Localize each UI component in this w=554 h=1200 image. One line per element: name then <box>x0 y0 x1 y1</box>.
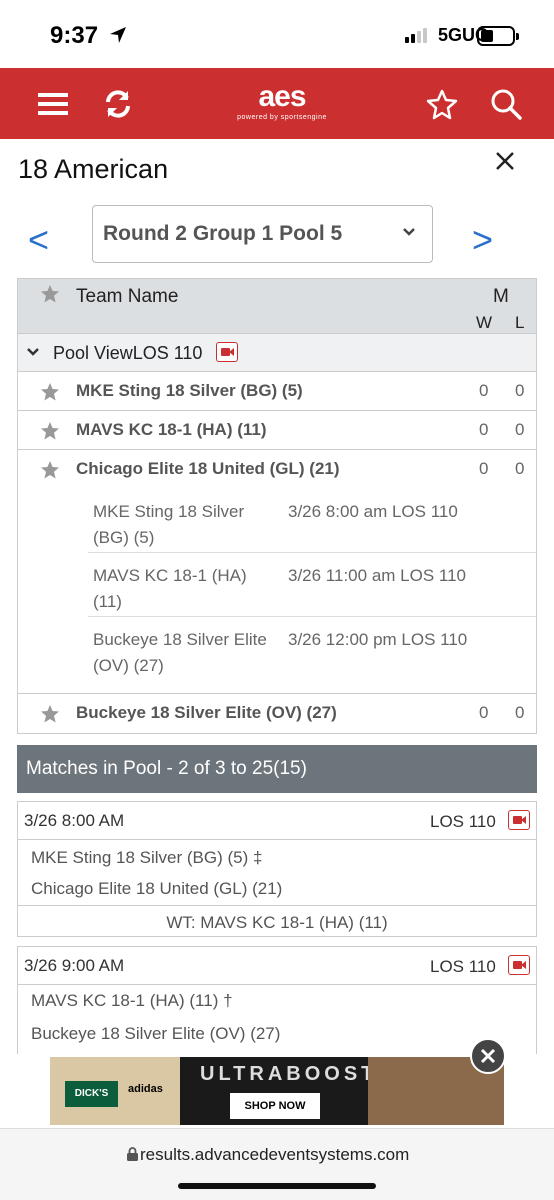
team-wins: 0 <box>479 459 489 478</box>
menu-button[interactable] <box>36 68 70 139</box>
ad-creative[interactable]: DICK'S adidas ULTRABOOST SHOP NOW <box>50 1057 504 1125</box>
matches-heading-bar: Matches in Pool - 2 of 3 to 25(15) <box>17 745 537 793</box>
page-title: 18 American <box>18 154 169 184</box>
video-camera-icon[interactable] <box>508 810 530 830</box>
team-name-header: Team Name <box>76 286 179 307</box>
pool-table: Team Name M W L Pool ViewLOS 110 MKE Sti… <box>17 278 537 734</box>
round-select-value: Round 2 Group 1 Pool 5 <box>103 222 343 245</box>
location-arrow-icon <box>110 27 126 43</box>
favorite-star-icon[interactable] <box>40 460 60 480</box>
title-row: 18 American <box>0 139 554 199</box>
close-icon <box>480 1048 496 1064</box>
team-losses: 0 <box>515 703 525 722</box>
match-time: 3/26 9:00 AM <box>24 956 125 975</box>
close-icon[interactable] <box>494 150 516 172</box>
menu-icon <box>38 92 68 115</box>
losses-header: L <box>515 313 525 332</box>
team-wins: 0 <box>479 420 489 439</box>
team-name[interactable]: Buckeye 18 Silver Elite (OV) (27) <box>76 703 337 723</box>
match-card: 3/26 8:00 AM LOS 110 MKE Sting 18 Silver… <box>17 801 537 937</box>
schedule-opponent: Buckeye 18 Silver Elite (OV) (27) <box>93 630 267 675</box>
divider <box>18 905 536 906</box>
team-name[interactable]: MAVS KC 18-1 (HA) (11) <box>76 420 267 440</box>
pool-view-label: Pool ViewLOS 110 <box>53 343 203 363</box>
status-bar: 9:37 5GUC <box>0 0 554 68</box>
team-schedule: MKE Sting 18 Silver (BG) (5) 3/26 8:00 a… <box>18 489 536 694</box>
ad-partner: adidas <box>128 1083 163 1095</box>
team-wins: 0 <box>479 703 489 722</box>
home-indicator[interactable] <box>178 1183 376 1189</box>
ad-headline: ULTRABOOST <box>200 1063 378 1085</box>
battery-icon <box>477 26 519 46</box>
team-name[interactable]: Chicago Elite 18 United (GL) (21) <box>76 459 340 479</box>
next-round-button[interactable]: > <box>472 219 493 261</box>
team-row[interactable]: MKE Sting 18 Silver (BG) (5) 0 0 <box>18 372 536 411</box>
schedule-row[interactable]: Buckeye 18 Silver Elite (OV) (27) 3/26 1… <box>88 617 536 681</box>
chevron-down-icon <box>403 228 415 236</box>
search-icon <box>491 89 522 120</box>
team-row[interactable]: Buckeye 18 Silver Elite (OV) (27) 0 0 <box>18 694 536 733</box>
team-name[interactable]: MKE Sting 18 Silver (BG) (5) <box>76 381 303 401</box>
schedule-time-court: 3/26 11:00 am LOS 110 <box>288 566 466 585</box>
team-losses: 0 <box>515 381 525 400</box>
match-header: 3/26 9:00 AM LOS 110 <box>18 947 536 985</box>
match-team[interactable]: MAVS KC 18-1 (HA) (11) † <box>31 991 233 1011</box>
team-row[interactable]: MAVS KC 18-1 (HA) (11) 0 0 <box>18 411 536 450</box>
match-card: 3/26 9:00 AM LOS 110 MAVS KC 18-1 (HA) (… <box>17 946 537 1056</box>
ad-close-button[interactable] <box>470 1038 506 1074</box>
favorite-star-icon[interactable] <box>40 382 60 402</box>
pool-view-toggle[interactable]: Pool ViewLOS 110 <box>18 334 536 372</box>
status-time: 9:37 <box>50 22 99 49</box>
video-camera-icon[interactable] <box>216 342 238 362</box>
pool-table-header: Team Name M W L <box>18 279 536 334</box>
prev-round-button[interactable]: < <box>28 219 49 261</box>
wins-header: W <box>476 313 493 332</box>
ad-shop-now-button[interactable]: SHOP NOW <box>230 1093 320 1119</box>
schedule-row[interactable]: MAVS KC 18-1 (HA) (11) 3/26 11:00 am LOS… <box>88 553 536 617</box>
schedule-opponent: MAVS KC 18-1 (HA) (11) <box>93 566 247 611</box>
refresh-button[interactable] <box>100 68 136 139</box>
video-camera-icon[interactable] <box>508 955 530 975</box>
schedule-time-court: 3/26 8:00 am LOS 110 <box>288 502 458 521</box>
matches-heading: Matches in Pool - 2 of 3 to 25(15) <box>26 758 307 779</box>
match-header: 3/26 8:00 AM LOS 110 <box>18 802 536 840</box>
team-losses: 0 <box>515 420 525 439</box>
round-select[interactable]: Round 2 Group 1 Pool 5 <box>92 205 433 263</box>
star-icon <box>426 89 458 119</box>
ad-brand: DICK'S <box>65 1081 118 1107</box>
schedule-row[interactable]: MKE Sting 18 Silver (BG) (5) 3/26 8:00 a… <box>88 489 536 553</box>
browser-url[interactable]: results.advancedeventsystems.com <box>140 1145 409 1165</box>
schedule-time-court: 3/26 12:00 pm LOS 110 <box>288 630 468 649</box>
favorite-star-icon[interactable] <box>40 704 60 724</box>
signal-icon <box>405 28 427 43</box>
match-time: 3/26 8:00 AM <box>24 811 125 830</box>
star-icon <box>41 285 59 303</box>
match-team[interactable]: Buckeye 18 Silver Elite (OV) (27) <box>31 1024 280 1044</box>
favorites-button[interactable] <box>425 68 459 139</box>
chevron-down-icon <box>27 348 39 356</box>
match-team[interactable]: Chicago Elite 18 United (GL) (21) <box>31 879 282 899</box>
match-team[interactable]: MKE Sting 18 Silver (BG) (5) ‡ <box>31 848 262 868</box>
team-row[interactable]: Chicago Elite 18 United (GL) (21) 0 0 <box>18 450 536 489</box>
team-wins: 0 <box>479 381 489 400</box>
team-losses: 0 <box>515 459 525 478</box>
app-header: aes powered by sportsengine <box>0 68 554 139</box>
match-work-team[interactable]: WT: MAVS KC 18-1 (HA) (11) <box>18 913 536 933</box>
matches-header: M <box>493 286 509 307</box>
aes-logo[interactable]: aes powered by sportsengine <box>232 82 332 122</box>
ad-banner[interactable]: DICK'S adidas ULTRABOOST SHOP NOW <box>0 1054 554 1128</box>
schedule-opponent: MKE Sting 18 Silver (BG) (5) <box>93 502 245 547</box>
refresh-icon <box>106 89 130 118</box>
match-court[interactable]: LOS 110 <box>430 812 496 832</box>
browser-url-bar[interactable]: results.advancedeventsystems.com <box>0 1128 554 1200</box>
round-navigation: < Round 2 Group 1 Pool 5 > <box>0 199 554 281</box>
search-button[interactable] <box>488 68 524 139</box>
match-court[interactable]: LOS 110 <box>430 957 496 977</box>
lock-icon <box>127 1147 138 1161</box>
favorite-star-icon[interactable] <box>40 421 60 441</box>
